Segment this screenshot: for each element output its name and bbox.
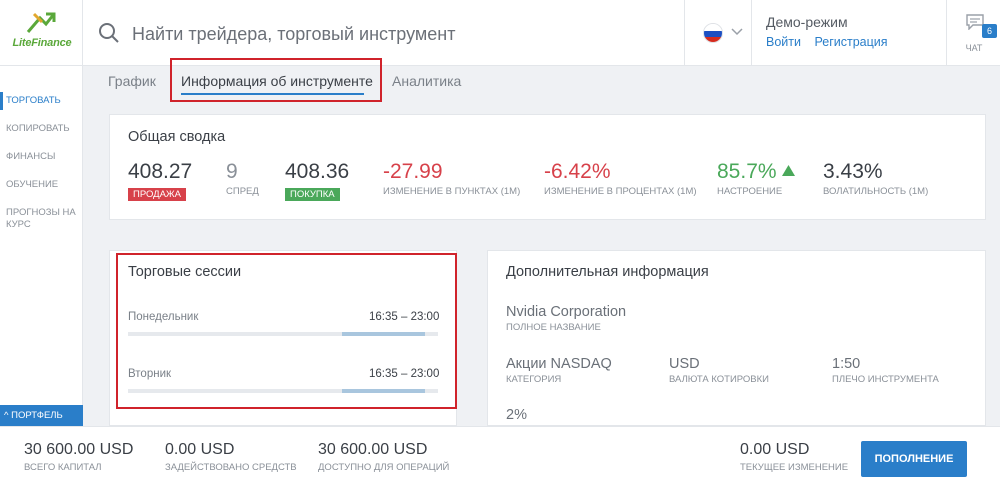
russia-flag-icon	[703, 23, 723, 43]
full-name-value: Nvidia Corporation	[506, 304, 627, 320]
sentiment-label: НАСТРОЕНИЕ	[717, 186, 783, 197]
total-capital: 30 600.00 USD ВСЕГО КАПИТАЛ	[24, 441, 133, 473]
buy-stat: 408.36 ПОКУПКА	[285, 160, 349, 202]
tab-chart[interactable]: График	[108, 73, 156, 89]
sentiment-row: 85.7%	[717, 160, 796, 184]
total-capital-label: ВСЕГО КАПИТАЛ	[24, 462, 102, 473]
current-change-label: ТЕКУЩЕЕ ИЗМЕНЕНИЕ	[740, 462, 849, 473]
change-percent-stat: -6.42% ИЗМЕНЕНИЕ В ПРОЦЕНТАХ (1М)	[544, 160, 697, 197]
highlight-box-sessions	[116, 253, 457, 409]
deposit-button[interactable]: ПОПОЛНЕНИЕ	[861, 441, 967, 477]
logo-text: LiteFinance	[12, 37, 72, 49]
search-bar	[98, 20, 658, 48]
change-points-stat: -27.99 ИЗМЕНЕНИЕ В ПУНКТАХ (1М)	[383, 160, 520, 197]
volatility-label: ВОЛАТИЛЬНОСТЬ (1М)	[823, 186, 929, 197]
search-icon	[99, 23, 119, 43]
search-input[interactable]	[132, 20, 632, 48]
sentiment-stat: 85.7% НАСТРОЕНИЕ	[717, 160, 796, 197]
chat-count-badge: 6	[982, 24, 997, 38]
additional-info-title: Дополнительная информация	[506, 264, 709, 280]
sell-badge: ПРОДАЖА	[128, 188, 187, 201]
available-funds-label: ДОСТУПНО ДЛЯ ОПЕРАЦИЙ	[318, 462, 450, 473]
chevron-down-icon	[731, 28, 743, 36]
buy-badge: ПОКУПКА	[285, 188, 340, 201]
sidebar-item-finance[interactable]: ФИНАНСЫ	[6, 151, 78, 163]
tab-analytics[interactable]: Аналитика	[392, 73, 461, 89]
used-funds: 0.00 USD ЗАДЕЙСТВОВАНО СРЕДСТВ	[165, 441, 297, 473]
change-percent-label: ИЗМЕНЕНИЕ В ПРОЦЕНТАХ (1М)	[544, 186, 697, 197]
spread-stat: 9 СПРЕД	[226, 160, 259, 197]
spread-label: СПРЕД	[226, 186, 259, 197]
leverage-value: 1:50	[832, 356, 861, 372]
top-header: LiteFinance Демо-режим Войти Регистрация	[0, 0, 1000, 66]
sidebar-item-education[interactable]: ОБУЧЕНИЕ	[6, 179, 78, 191]
sentiment-value: 85.7%	[717, 160, 777, 183]
chat-label: ЧАТ	[965, 43, 983, 53]
sidebar-item-copy[interactable]: КОПИРОВАТЬ	[6, 123, 78, 135]
full-name-label: ПОЛНОЕ НАЗВАНИЕ	[506, 322, 601, 333]
language-selector[interactable]	[684, 0, 752, 66]
currency-label: ВАЛЮТА КОТИРОВКИ	[669, 374, 769, 385]
available-funds-value: 30 600.00 USD	[318, 441, 428, 458]
category-value: Акции NASDAQ	[506, 356, 612, 372]
used-funds-value: 0.00 USD	[165, 441, 235, 458]
sidebar-item-trade[interactable]: ТОРГОВАТЬ	[6, 95, 78, 107]
current-change-value: 0.00 USD	[740, 441, 810, 458]
demo-mode-panel: Демо-режим Войти Регистрация	[766, 14, 936, 49]
auth-links: Войти Регистрация	[766, 35, 936, 49]
sidebar: ТОРГОВАТЬ КОПИРОВАТЬ ФИНАНСЫ ОБУЧЕНИЕ ПР…	[0, 66, 83, 426]
available-funds: 30 600.00 USD ДОСТУПНО ДЛЯ ОПЕРАЦИЙ	[318, 441, 449, 473]
used-funds-label: ЗАДЕЙСТВОВАНО СРЕДСТВ	[165, 462, 297, 473]
change-points-value: -27.99	[383, 160, 443, 183]
total-capital-value: 30 600.00 USD	[24, 441, 134, 458]
account-footer: 30 600.00 USD ВСЕГО КАПИТАЛ 0.00 USD ЗАД…	[0, 426, 1000, 485]
logo-icon	[26, 12, 56, 33]
sell-stat: 408.27 ПРОДАЖА	[128, 160, 192, 202]
portfolio-button[interactable]: ^ ПОРТФЕЛЬ	[0, 405, 83, 426]
register-link[interactable]: Регистрация	[814, 35, 887, 49]
chat-button[interactable]: 6 ЧАТ	[946, 0, 1000, 66]
demo-mode-title: Демо-режим	[766, 14, 848, 30]
summary-title: Общая сводка	[128, 129, 226, 145]
chevron-up-icon: ^	[4, 410, 9, 421]
category-label: КАТЕГОРИЯ	[506, 374, 562, 385]
spread-value: 9	[226, 160, 238, 183]
currency-value: USD	[669, 356, 700, 372]
extra-value: 2%	[506, 407, 527, 423]
login-link[interactable]: Войти	[766, 35, 801, 49]
sidebar-active-indicator	[0, 92, 3, 110]
buy-price: 408.36	[285, 160, 350, 183]
highlight-box-tab	[170, 58, 382, 102]
change-points-label: ИЗМЕНЕНИЕ В ПУНКТАХ (1М)	[383, 186, 521, 197]
logo[interactable]: LiteFinance	[0, 0, 83, 66]
sell-price: 408.27	[128, 160, 193, 183]
change-percent-value: -6.42%	[544, 160, 611, 183]
portfolio-label: ПОРТФЕЛЬ	[11, 410, 63, 421]
sidebar-item-forecasts[interactable]: ПРОГНОЗЫ НА КУРС	[6, 207, 78, 231]
leverage-label: ПЛЕЧО ИНСТРУМЕНТА	[832, 374, 939, 385]
volatility-stat: 3.43% ВОЛАТИЛЬНОСТЬ (1М)	[823, 160, 928, 197]
volatility-value: 3.43%	[823, 160, 883, 183]
current-change: 0.00 USD ТЕКУЩЕЕ ИЗМЕНЕНИЕ	[740, 441, 848, 473]
triangle-up-icon	[782, 165, 796, 176]
